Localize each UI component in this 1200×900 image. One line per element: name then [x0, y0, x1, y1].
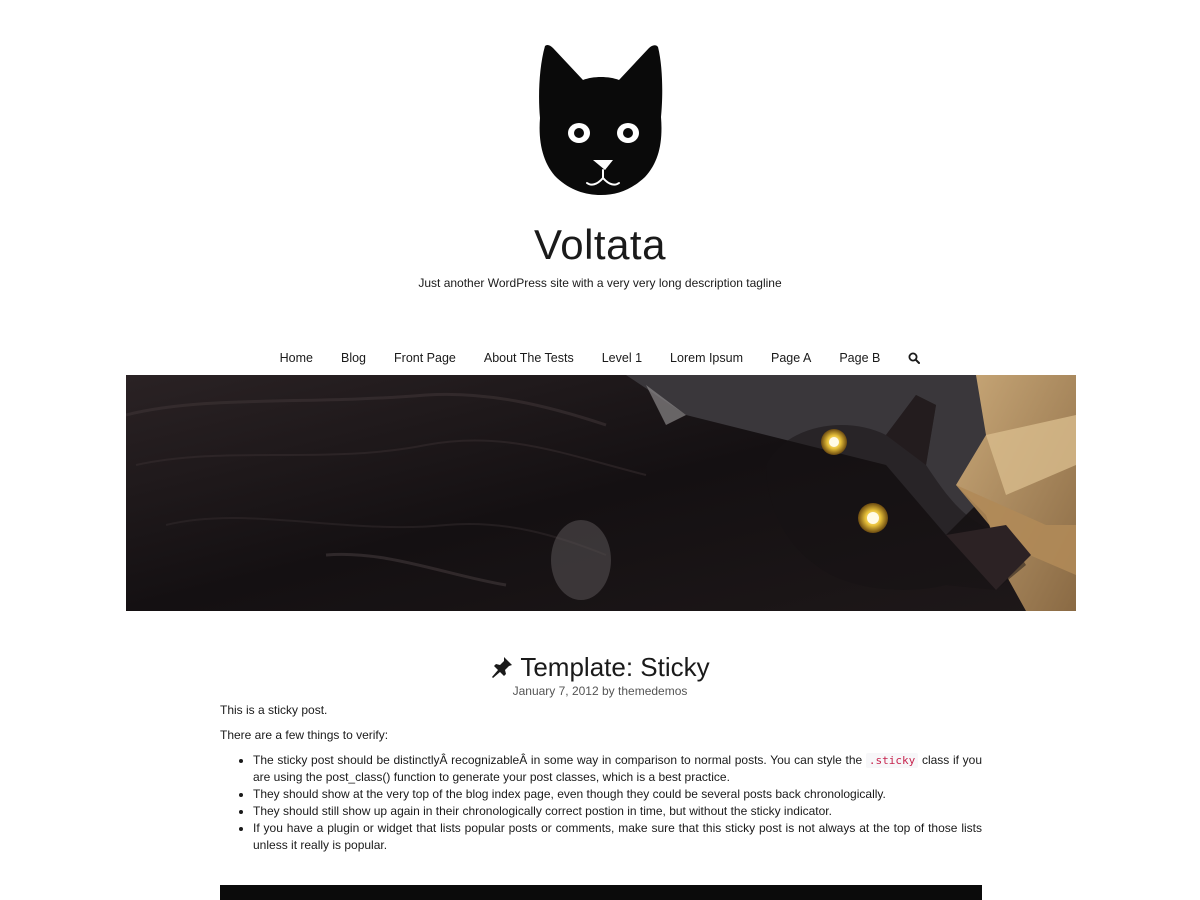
list-item: The sticky post should be distinctlyÂ re…: [253, 752, 982, 786]
embedded-video[interactable]: [220, 885, 982, 900]
site-tagline: Just another WordPress site with a very …: [418, 276, 782, 290]
nav-item-page-b[interactable]: Page B: [825, 349, 894, 367]
list-item: They should show at the very top of the …: [253, 786, 982, 803]
byline-separator: by: [602, 684, 615, 698]
nav-item-lorem-ipsum[interactable]: Lorem Ipsum: [656, 349, 757, 367]
list-item-text-before: The sticky post should be distinctlyÂ re…: [253, 753, 866, 767]
nav-item-blog[interactable]: Blog: [327, 349, 380, 367]
header-image: [126, 375, 1076, 611]
post-date[interactable]: January 7, 2012: [513, 684, 599, 698]
nav-item-home[interactable]: Home: [266, 349, 327, 367]
post-meta: January 7, 2012 by themedemos: [0, 684, 1200, 698]
nav-item-page-a[interactable]: Page A: [757, 349, 825, 367]
site-title[interactable]: Voltata: [0, 218, 1200, 272]
entry-header: Template: Sticky January 7, 2012 by them…: [0, 650, 1200, 698]
pushpin-icon: [492, 657, 513, 678]
search-icon: [908, 352, 921, 364]
cat-head-logo-icon[interactable]: [535, 42, 667, 198]
post-content: This is a sticky post. There are a few t…: [220, 702, 982, 854]
primary-navigation: Home Blog Front Page About The Tests Lev…: [0, 349, 1200, 367]
search-button[interactable]: [894, 352, 934, 364]
sticky-class-code: .sticky: [865, 753, 919, 768]
post-intro: This is a sticky post.: [220, 703, 328, 717]
post-title[interactable]: Template: Sticky: [490, 650, 710, 684]
nav-item-level-1[interactable]: Level 1: [588, 349, 656, 367]
nav-item-about-the-tests[interactable]: About The Tests: [470, 349, 588, 367]
nav-item-front-page[interactable]: Front Page: [380, 349, 470, 367]
black-cat-header-image: [126, 375, 1076, 611]
post-title-text[interactable]: Template: Sticky: [520, 650, 709, 684]
post-author[interactable]: themedemos: [618, 684, 687, 698]
list-item: If you have a plugin or widget that list…: [253, 820, 982, 854]
post-lead: There are a few things to verify:: [220, 728, 389, 742]
verify-list: The sticky post should be distinctlyÂ re…: [220, 752, 982, 854]
list-item: They should still show up again in their…: [253, 803, 982, 820]
